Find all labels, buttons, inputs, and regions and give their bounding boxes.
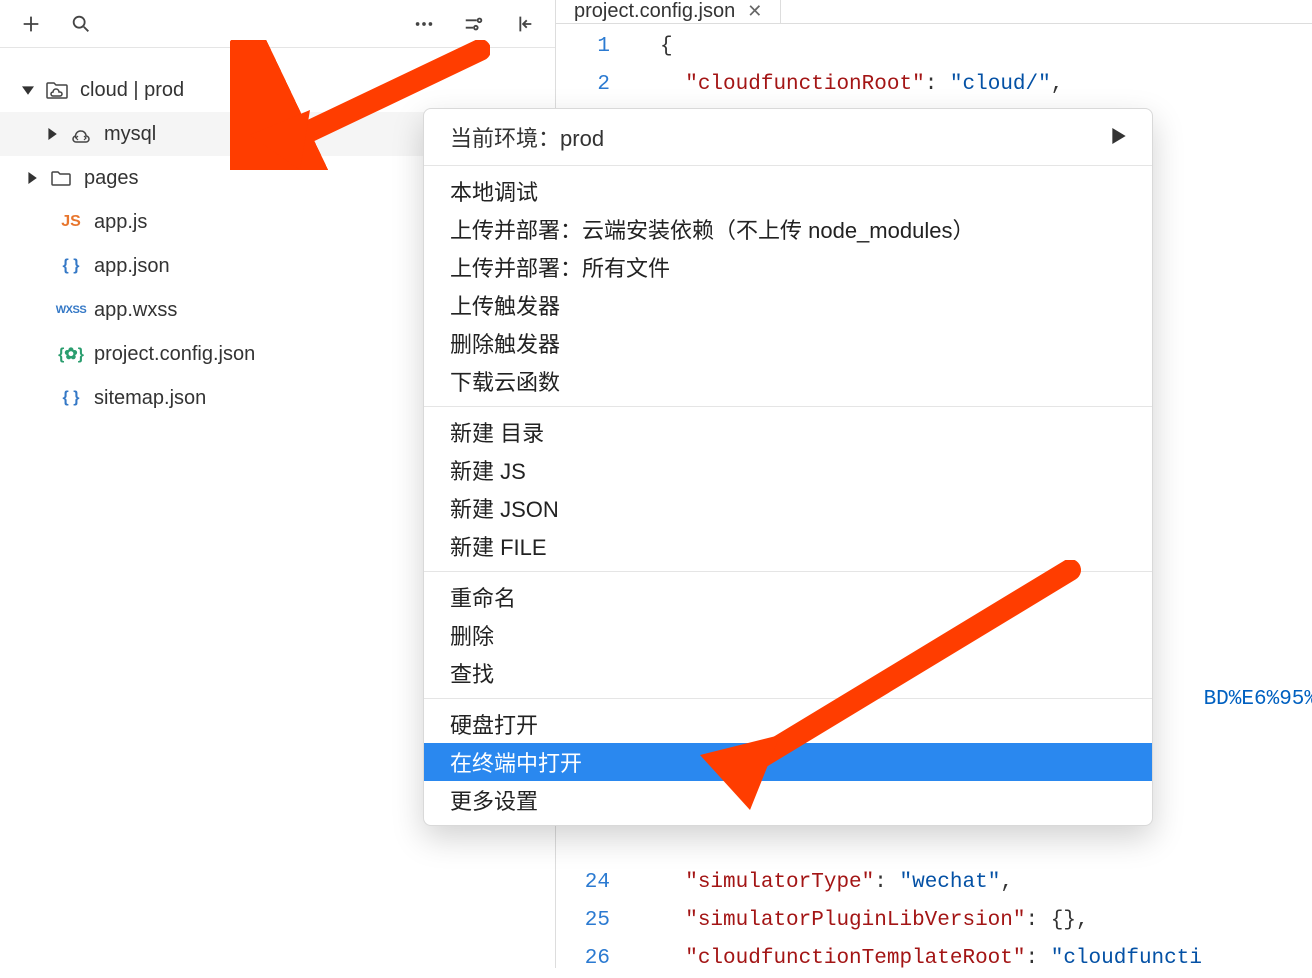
menu-item-delete-trigger[interactable]: 删除触发器	[424, 324, 1152, 362]
wxss-file-icon: WXSS	[58, 299, 84, 321]
config-file-icon: {✿}	[58, 343, 84, 365]
tree-folder-cloud[interactable]: cloud | prod	[0, 68, 555, 112]
line-number: 25	[556, 902, 626, 940]
code-line: 25 "simulatorPluginLibVersion": {},	[556, 902, 1312, 940]
menu-item-new-file[interactable]: 新建 FILE	[424, 527, 1152, 565]
settings-sliders-icon[interactable]	[463, 13, 485, 35]
chevron-right-icon	[1112, 124, 1126, 150]
menu-item-new-json[interactable]: 新建 JSON	[424, 489, 1152, 527]
line-number: 26	[556, 940, 626, 978]
menu-item-new-dir[interactable]: 新建 目录	[424, 413, 1152, 451]
tree-label: pages	[84, 167, 139, 190]
tree-label: app.js	[94, 211, 147, 234]
context-menu: 当前环境：prod 本地调试 上传并部署：云端安装依赖（不上传 node_mod…	[423, 108, 1153, 826]
code-line: 24 "simulatorType": "wechat",	[556, 864, 1312, 902]
menu-item-download-cloud-fn[interactable]: 下载云函数	[424, 362, 1152, 400]
collapse-panel-icon[interactable]	[513, 13, 535, 35]
editor-tabs: project.config.json ✕	[556, 0, 1312, 24]
chevron-down-icon	[22, 84, 34, 96]
line-number: 1	[556, 28, 626, 66]
menu-item-rename[interactable]: 重命名	[424, 578, 1152, 616]
code-line: 2 "cloudfunctionRoot": "cloud/",	[556, 66, 1312, 104]
more-icon[interactable]	[413, 13, 435, 35]
tree-label: sitemap.json	[94, 387, 206, 410]
tab-label: project.config.json	[574, 0, 735, 23]
search-icon[interactable]	[70, 13, 92, 35]
code-line: 1 {	[556, 28, 1312, 66]
menu-item-open-disk[interactable]: 硬盘打开	[424, 705, 1152, 743]
tree-label: mysql	[104, 123, 156, 146]
menu-item-upload-deploy-all[interactable]: 上传并部署：所有文件	[424, 248, 1152, 286]
url-fragment: BD%E6%95%	[1204, 688, 1312, 711]
context-menu-env-header[interactable]: 当前环境：prod	[424, 109, 1152, 165]
line-number: 2	[556, 66, 626, 104]
tree-label: cloud | prod	[80, 79, 184, 102]
menu-item-more-settings[interactable]: 更多设置	[424, 781, 1152, 819]
menu-item-find[interactable]: 查找	[424, 654, 1152, 692]
json-file-icon: { }	[58, 255, 84, 277]
menu-item-upload-trigger[interactable]: 上传触发器	[424, 286, 1152, 324]
cloud-function-icon	[68, 123, 94, 145]
chevron-right-icon	[26, 172, 38, 184]
folder-icon	[48, 167, 74, 189]
menu-item-new-js[interactable]: 新建 JS	[424, 451, 1152, 489]
tree-label: project.config.json	[94, 343, 255, 366]
sidebar-toolbar	[0, 0, 555, 48]
close-icon[interactable]: ✕	[747, 1, 762, 22]
js-file-icon: JS	[58, 211, 84, 233]
cloud-folder-icon	[44, 79, 70, 101]
tree-label: app.wxss	[94, 299, 177, 322]
tree-label: app.json	[94, 255, 170, 278]
menu-item-local-debug[interactable]: 本地调试	[424, 172, 1152, 210]
code-line: 26 "cloudfunctionTemplateRoot": "cloudfu…	[556, 940, 1312, 978]
menu-item-upload-deploy-cloud[interactable]: 上传并部署：云端安装依赖（不上传 node_modules）	[424, 210, 1152, 248]
chevron-right-icon	[46, 128, 58, 140]
menu-item-open-terminal[interactable]: 在终端中打开	[424, 743, 1152, 781]
add-icon[interactable]	[20, 13, 42, 35]
menu-item-delete[interactable]: 删除	[424, 616, 1152, 654]
line-number: 24	[556, 864, 626, 902]
tab-project-config[interactable]: project.config.json ✕	[556, 0, 781, 23]
json-file-icon: { }	[58, 387, 84, 409]
